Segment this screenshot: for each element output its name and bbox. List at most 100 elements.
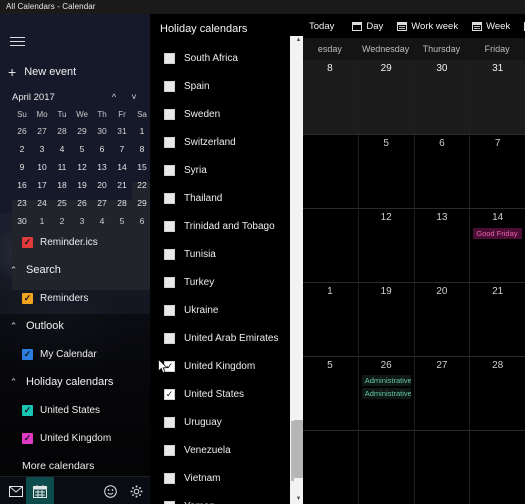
mini-day-cell[interactable]: 24 bbox=[32, 194, 52, 212]
holiday-list-item[interactable]: Uruguay bbox=[150, 408, 290, 436]
mini-day-cell[interactable]: 1 bbox=[132, 122, 150, 140]
mini-day-cell[interactable]: 4 bbox=[92, 212, 112, 230]
mini-day-cell[interactable]: 13 bbox=[92, 158, 112, 176]
holiday-checkbox[interactable] bbox=[164, 136, 175, 148]
calendar-day-cell[interactable]: 26 Administrative Administrative bbox=[357, 357, 414, 430]
mini-day-cell[interactable]: 28 bbox=[112, 194, 132, 212]
holiday-list-item[interactable]: Spain bbox=[150, 72, 290, 100]
mini-day-cell[interactable]: 10 bbox=[32, 158, 52, 176]
mini-day-cell[interactable]: 26 bbox=[12, 122, 32, 140]
holiday-checkbox[interactable] bbox=[164, 444, 175, 456]
calendar-day-cell[interactable] bbox=[357, 431, 414, 504]
calendar-day-cell[interactable]: 21 bbox=[469, 283, 525, 356]
mini-day-cell[interactable]: 6 bbox=[92, 140, 112, 158]
holiday-checkbox[interactable] bbox=[164, 108, 175, 120]
sidebar-calendar-item[interactable]: ✓ My Calendar bbox=[0, 340, 150, 368]
holiday-checkbox[interactable] bbox=[164, 500, 175, 504]
calendar-day-cell[interactable]: 30 bbox=[413, 60, 470, 134]
calendar-day-cell[interactable]: 5 bbox=[357, 135, 414, 208]
mini-day-cell[interactable]: 5 bbox=[112, 212, 132, 230]
mini-day-cell[interactable]: 18 bbox=[52, 176, 72, 194]
toolbar-button-month[interactable]: Month bbox=[517, 14, 525, 38]
sidebar-calendar-item[interactable]: ✓ Reminders bbox=[0, 284, 150, 312]
holiday-checkbox[interactable] bbox=[164, 52, 175, 64]
calendar-day-cell[interactable]: 14 Good Friday bbox=[469, 209, 525, 282]
holiday-list-item[interactable]: Sweden bbox=[150, 100, 290, 128]
calendar-day-cell[interactable]: 31 bbox=[469, 60, 525, 134]
mini-day-cell[interactable]: 27 bbox=[92, 194, 112, 212]
mini-day-cell[interactable]: 1 bbox=[32, 212, 52, 230]
calendar-day-cell[interactable]: 19 bbox=[357, 283, 414, 356]
holiday-list-item[interactable]: Ukraine bbox=[150, 296, 290, 324]
mini-day-cell[interactable]: 2 bbox=[12, 140, 32, 158]
mini-day-cell[interactable]: 21 bbox=[112, 176, 132, 194]
mini-day-cell[interactable]: 4 bbox=[52, 140, 72, 158]
holiday-checkbox[interactable] bbox=[164, 416, 175, 428]
calendar-checkbox[interactable]: ✓ bbox=[22, 348, 33, 360]
mini-day-cell[interactable]: 26 bbox=[72, 194, 92, 212]
calendar-scrollbar-thumb[interactable] bbox=[294, 420, 303, 478]
mini-day-cell[interactable]: 17 bbox=[32, 176, 52, 194]
calendar-day-cell[interactable]: 1 bbox=[302, 283, 358, 356]
mini-day-cell[interactable]: 9 bbox=[12, 158, 32, 176]
mini-day-cell[interactable]: 3 bbox=[32, 140, 52, 158]
calendar-icon[interactable] bbox=[26, 477, 54, 504]
mini-day-cell[interactable]: 31 bbox=[112, 122, 132, 140]
mini-day-cell[interactable]: 22 bbox=[132, 176, 150, 194]
calendar-day-cell[interactable]: 13 bbox=[413, 209, 470, 282]
holiday-checkbox[interactable] bbox=[164, 276, 175, 288]
calendar-scroll-down-icon[interactable]: ▼ bbox=[294, 495, 303, 504]
holiday-list-item[interactable]: South Africa bbox=[150, 44, 290, 72]
holiday-list-item[interactable]: Venezuela bbox=[150, 436, 290, 464]
mini-day-cell[interactable]: 27 bbox=[32, 122, 52, 140]
mini-day-cell[interactable]: 15 bbox=[132, 158, 150, 176]
calendar-checkbox[interactable]: ✓ bbox=[22, 404, 33, 416]
holiday-checkbox[interactable] bbox=[164, 248, 175, 260]
holiday-list-item[interactable]: United Arab Emirates bbox=[150, 324, 290, 352]
mini-day-cell[interactable]: 20 bbox=[92, 176, 112, 194]
mini-day-cell[interactable]: 29 bbox=[72, 122, 92, 140]
sidebar-group-header[interactable]: ⌃ Holiday calendars bbox=[0, 368, 150, 396]
sidebar-group-header[interactable]: ⌃ Search bbox=[0, 256, 150, 284]
holiday-checkbox[interactable] bbox=[164, 80, 175, 92]
holiday-checkbox[interactable] bbox=[164, 220, 175, 232]
holiday-list-item[interactable]: Thailand bbox=[150, 184, 290, 212]
sidebar-group-header[interactable]: ⌃ Outlook bbox=[0, 312, 150, 340]
mini-day-cell[interactable]: 11 bbox=[52, 158, 72, 176]
calendar-day-cell[interactable]: 27 bbox=[413, 357, 470, 430]
mini-day-cell[interactable]: 28 bbox=[52, 122, 72, 140]
calendar-day-cell[interactable]: 7 bbox=[469, 135, 525, 208]
calendar-day-cell[interactable]: 6 bbox=[413, 135, 470, 208]
calendar-day-cell[interactable] bbox=[302, 209, 358, 282]
holiday-list-item[interactable]: Tunisia bbox=[150, 240, 290, 268]
mini-day-cell[interactable]: 30 bbox=[92, 122, 112, 140]
calendar-day-cell[interactable]: 8 bbox=[302, 60, 358, 134]
holiday-checkbox[interactable] bbox=[164, 472, 175, 484]
mini-day-cell[interactable]: 19 bbox=[72, 176, 92, 194]
holiday-list-item[interactable]: Syria bbox=[150, 156, 290, 184]
mini-day-cell[interactable]: 29 bbox=[132, 194, 150, 212]
holiday-list-item[interactable]: Switzerland bbox=[150, 128, 290, 156]
calendar-scroll-up-icon[interactable]: ▲ bbox=[294, 36, 303, 45]
calendar-checkbox[interactable]: ✓ bbox=[22, 236, 33, 248]
toolbar-button-day[interactable]: Day bbox=[345, 14, 390, 38]
mini-day-cell[interactable]: 23 bbox=[12, 194, 32, 212]
mini-day-cell[interactable]: 3 bbox=[72, 212, 92, 230]
mini-day-cell[interactable]: 16 bbox=[12, 176, 32, 194]
feedback-smiley-icon[interactable] bbox=[96, 477, 124, 504]
mini-day-cell[interactable]: 14 bbox=[112, 158, 132, 176]
calendar-event[interactable]: Administrative bbox=[361, 375, 411, 386]
holiday-list-item[interactable]: Vietnam bbox=[150, 464, 290, 492]
sidebar-calendar-item[interactable]: ✓ United Kingdom bbox=[0, 424, 150, 452]
mini-day-cell[interactable]: 2 bbox=[52, 212, 72, 230]
holiday-list-item[interactable]: Trinidad and Tobago bbox=[150, 212, 290, 240]
toolbar-button-week[interactable]: Week bbox=[465, 14, 517, 38]
sidebar-calendar-item[interactable]: ✓ United States bbox=[0, 396, 150, 424]
mini-day-cell[interactable]: 7 bbox=[112, 140, 132, 158]
hamburger-menu-icon[interactable] bbox=[8, 28, 38, 54]
mini-day-cell[interactable]: 6 bbox=[132, 212, 150, 230]
holiday-checkbox[interactable] bbox=[164, 304, 175, 316]
chevron-up-icon[interactable]: ^ bbox=[107, 92, 121, 102]
calendar-day-cell[interactable] bbox=[302, 431, 358, 504]
holiday-list-item[interactable]: Yemen bbox=[150, 492, 290, 504]
